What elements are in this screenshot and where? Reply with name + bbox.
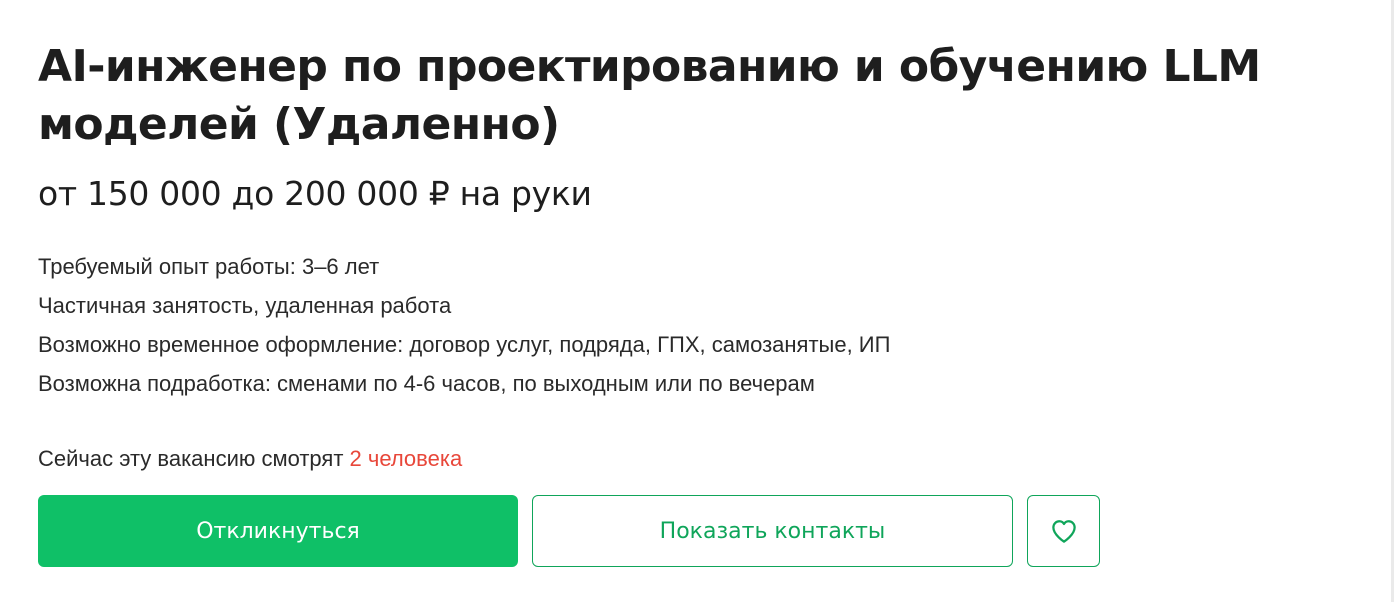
vacancy-card: AI-инженер по проектированию и обучению … bbox=[0, 0, 1394, 602]
viewers-prefix: Сейчас эту вакансию смотрят bbox=[38, 446, 344, 471]
detail-employment: Частичная занятость, удаленная работа bbox=[38, 293, 452, 318]
detail-side-job: Возможна подработка: сменами по 4-6 часо… bbox=[38, 371, 815, 396]
respond-button[interactable]: Откликнуться bbox=[38, 495, 518, 567]
viewers-info: Сейчас эту вакансию смотрят 2 человека bbox=[38, 444, 462, 474]
vacancy-details: Требуемый опыт работы: 3–6 лет Частичная… bbox=[38, 247, 890, 403]
show-contacts-button[interactable]: Показать контакты bbox=[532, 495, 1013, 567]
heart-icon bbox=[1051, 520, 1076, 543]
vacancy-title: AI-инженер по проектированию и обучению … bbox=[38, 41, 1261, 150]
viewers-count: 2 человека bbox=[349, 446, 463, 471]
detail-experience: Требуемый опыт работы: 3–6 лет bbox=[38, 254, 380, 279]
detail-contract: Возможно временное оформление: договор у… bbox=[38, 332, 891, 357]
favorite-button[interactable] bbox=[1027, 495, 1100, 567]
vacancy-salary: от 150 000 до 200 000 ₽ на руки bbox=[38, 174, 592, 213]
